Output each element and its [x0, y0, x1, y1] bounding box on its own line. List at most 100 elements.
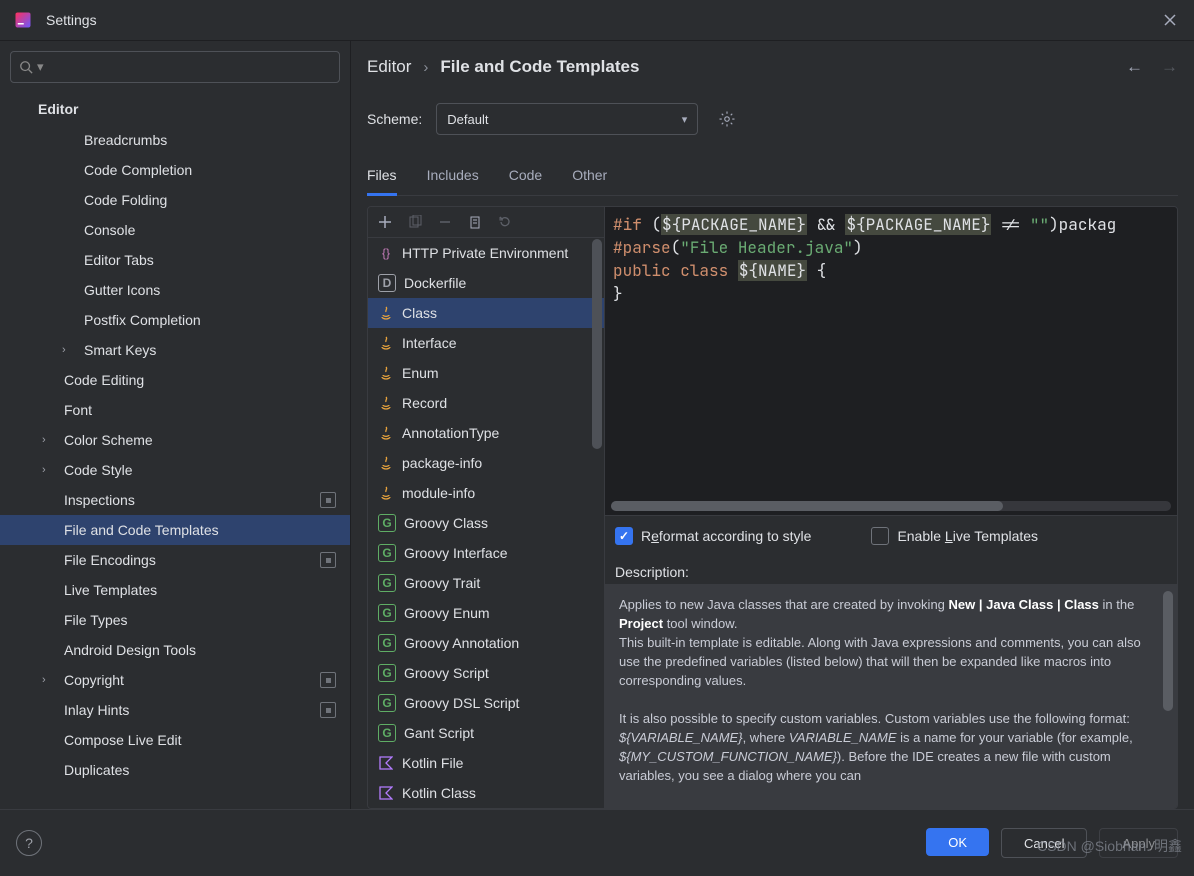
template-label: Enum	[402, 365, 439, 381]
expand-icon: ›	[62, 344, 66, 356]
expand-icon: ›	[42, 674, 46, 686]
tree-section-editor[interactable]: Editor	[0, 93, 350, 125]
revert-template-button[interactable]	[498, 215, 512, 229]
sidebar-item-gutter-icons[interactable]: Gutter Icons	[0, 275, 350, 305]
template-label: Class	[402, 305, 437, 321]
template-item-groovy-trait[interactable]: GGroovy Trait	[368, 568, 604, 598]
template-tabs: Files Includes Code Other	[367, 159, 1178, 196]
tab-files[interactable]: Files	[367, 159, 397, 196]
template-item-record[interactable]: Record	[368, 388, 604, 418]
sidebar-item-color-scheme[interactable]: › Color Scheme	[0, 425, 350, 455]
sidebar-item-file-encodings[interactable]: File Encodings	[0, 545, 350, 575]
description-scrollbar[interactable]	[1163, 591, 1173, 802]
sidebar-item-label: Gutter Icons	[84, 282, 160, 298]
java-icon	[378, 395, 394, 411]
java-icon	[378, 455, 394, 471]
java-icon	[378, 365, 394, 381]
app-icon	[14, 11, 32, 29]
sidebar-item-inlay-hints[interactable]: Inlay Hints	[0, 695, 350, 725]
sidebar-item-copyright[interactable]: › Copyright	[0, 665, 350, 695]
template-item-dockerfile[interactable]: DDockerfile	[368, 268, 604, 298]
template-item-enum[interactable]: Enum	[368, 358, 604, 388]
groovy-icon: G	[378, 604, 396, 622]
sidebar-item-editor-tabs[interactable]: Editor Tabs	[0, 245, 350, 275]
template-item-http-private-environment[interactable]: {}HTTP Private Environment	[368, 238, 604, 268]
sidebar-item-label: Inspections	[64, 492, 135, 508]
sidebar-item-smart-keys[interactable]: › Smart Keys	[0, 335, 350, 365]
template-code-editor[interactable]: #if (${PACKAGE_NAME} && ${PACKAGE_NAME} …	[605, 207, 1177, 515]
template-item-groovy-enum[interactable]: GGroovy Enum	[368, 598, 604, 628]
template-item-groovy-annotation[interactable]: GGroovy Annotation	[368, 628, 604, 658]
sidebar-item-code-completion[interactable]: Code Completion	[0, 155, 350, 185]
ok-button[interactable]: OK	[926, 828, 989, 856]
sidebar-item-file-and-code-templates[interactable]: File and Code Templates	[0, 515, 350, 545]
description-panel: Applies to new Java classes that are cre…	[605, 584, 1177, 808]
sidebar-item-label: Inlay Hints	[64, 702, 129, 718]
sidebar-item-code-folding[interactable]: Code Folding	[0, 185, 350, 215]
tab-other[interactable]: Other	[572, 159, 607, 195]
java-icon	[378, 305, 394, 321]
sidebar-item-code-style[interactable]: ›Code Style	[0, 455, 350, 485]
tab-includes[interactable]: Includes	[427, 159, 479, 195]
scheme-select[interactable]: Default ▾	[436, 103, 698, 135]
kotlin-icon	[378, 755, 394, 771]
expand-icon: ›	[42, 434, 46, 446]
sidebar-item-breadcrumbs[interactable]: Breadcrumbs	[0, 125, 350, 155]
template-item-groovy-interface[interactable]: GGroovy Interface	[368, 538, 604, 568]
template-item-gant-script[interactable]: GGant Script	[368, 718, 604, 748]
template-scrollbar[interactable]	[592, 239, 602, 806]
scheme-gear-icon[interactable]	[718, 110, 736, 128]
code-h-scrollbar[interactable]	[611, 501, 1171, 511]
sidebar-item-compose-live-edit[interactable]: Compose Live Edit	[0, 725, 350, 755]
template-item-groovy-script[interactable]: GGroovy Script	[368, 658, 604, 688]
template-item-kotlin-class[interactable]: Kotlin Class	[368, 778, 604, 808]
sidebar-item-file-types[interactable]: File Types	[0, 605, 350, 635]
template-label: Record	[402, 395, 447, 411]
sidebar-item-label: Smart Keys	[84, 342, 156, 358]
checkbox-on-icon	[615, 527, 633, 545]
sidebar-item-label: Breadcrumbs	[84, 132, 167, 148]
sidebar-item-console[interactable]: Console	[0, 215, 350, 245]
paste-template-button[interactable]	[468, 215, 482, 229]
live-templates-checkbox[interactable]: Enable Live Templates	[871, 527, 1038, 545]
template-item-kotlin-file[interactable]: Kotlin File	[368, 748, 604, 778]
remove-template-button[interactable]	[438, 215, 452, 229]
breadcrumb-root[interactable]: Editor	[367, 57, 411, 77]
help-button[interactable]: ?	[16, 830, 42, 856]
sidebar-item-label: Compose Live Edit	[64, 732, 182, 748]
reformat-checkbox[interactable]: Reformat according to style	[615, 527, 811, 545]
sidebar-item-live-templates[interactable]: Live Templates	[0, 575, 350, 605]
sidebar-item-font[interactable]: Font	[0, 395, 350, 425]
project-badge-icon	[320, 702, 336, 718]
groovy-icon: G	[378, 724, 396, 742]
back-button[interactable]: ←	[1126, 57, 1143, 77]
template-item-package-info[interactable]: package-info	[368, 448, 604, 478]
sidebar-item-inspections[interactable]: Inspections	[0, 485, 350, 515]
close-button[interactable]	[1160, 10, 1180, 30]
groovy-icon: G	[378, 634, 396, 652]
template-item-groovy-dsl-script[interactable]: GGroovy DSL Script	[368, 688, 604, 718]
window-title: Settings	[46, 12, 97, 28]
groovy-icon: G	[378, 514, 396, 532]
sidebar-item-code-editing[interactable]: Code Editing	[0, 365, 350, 395]
add-template-button[interactable]	[378, 215, 392, 229]
sidebar-item-label: Code Editing	[64, 372, 144, 388]
sidebar-item-label: Color Scheme	[64, 432, 153, 448]
sidebar-item-postfix-completion[interactable]: Postfix Completion	[0, 305, 350, 335]
cancel-button[interactable]: Cancel	[1001, 828, 1087, 858]
sidebar-item-label: Copyright	[64, 672, 124, 688]
template-item-groovy-class[interactable]: GGroovy Class	[368, 508, 604, 538]
sidebar-item-android-design-tools[interactable]: Android Design Tools	[0, 635, 350, 665]
project-badge-icon	[320, 552, 336, 568]
copy-template-button[interactable]	[408, 215, 422, 229]
template-item-interface[interactable]: Interface	[368, 328, 604, 358]
sidebar-item-duplicates[interactable]: Duplicates	[0, 755, 350, 785]
kotlin-icon	[378, 785, 394, 801]
template-item-class[interactable]: Class	[368, 298, 604, 328]
template-item-module-info[interactable]: module-info	[368, 478, 604, 508]
settings-tree[interactable]: Editor Breadcrumbs Code CompletionCode Fo…	[0, 89, 350, 809]
search-input[interactable]: ▾	[10, 51, 340, 83]
apply-button[interactable]: Apply	[1099, 828, 1178, 858]
template-item-annotationtype[interactable]: AnnotationType	[368, 418, 604, 448]
tab-code[interactable]: Code	[509, 159, 542, 195]
